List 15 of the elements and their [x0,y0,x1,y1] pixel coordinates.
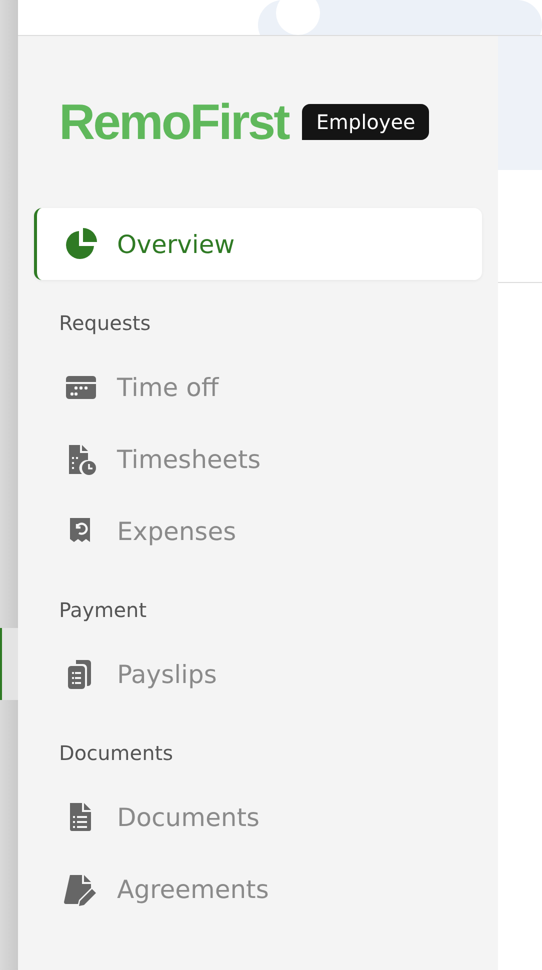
role-badge: Employee [302,104,430,140]
signed-document-icon [64,872,98,906]
section-label: Requests [58,310,152,337]
nav-item[interactable]: Expenses [34,495,482,567]
account-pill[interactable] [258,0,542,35]
nav-item[interactable]: Documents [34,781,482,853]
nav-item[interactable]: Overview [34,208,482,280]
nav-item[interactable]: Time off [34,351,482,423]
nav-item[interactable]: Agreements [34,853,482,925]
section-label: Documents [58,740,174,767]
section-label: Payment [58,597,148,624]
pie-chart-icon [64,227,98,261]
logo: RemoFirst [59,97,288,147]
nav-item[interactable]: Payslips [34,638,482,710]
nav-item[interactable]: Timesheets [34,423,482,495]
